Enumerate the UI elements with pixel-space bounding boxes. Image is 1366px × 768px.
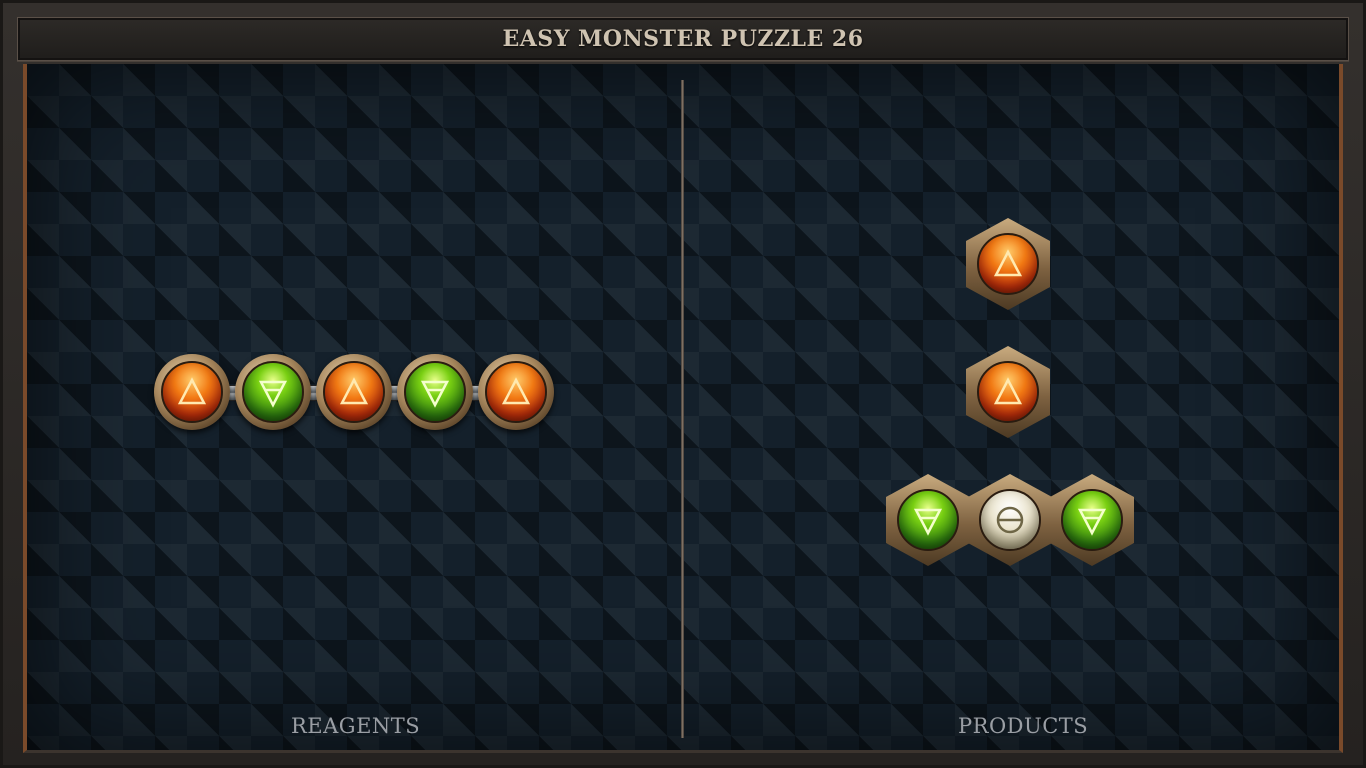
earth-triangle-icon	[420, 380, 450, 408]
product-molecule[interactable]	[966, 218, 1050, 310]
earth-atom[interactable]	[886, 474, 970, 566]
theta-circle-icon	[996, 506, 1024, 534]
fire-atom[interactable]	[316, 354, 392, 430]
earth-triangle-icon	[258, 380, 288, 408]
earth-atom[interactable]	[235, 354, 311, 430]
fire-triangle-icon	[177, 377, 207, 405]
earth-atom[interactable]	[397, 354, 473, 430]
fire-triangle-icon	[339, 377, 369, 405]
fire-atom[interactable]	[154, 354, 230, 430]
products-label: PRODUCTS	[958, 714, 1089, 738]
reagent-molecule[interactable]	[154, 354, 564, 434]
earth-triangle-icon	[1077, 508, 1107, 536]
title-bar: EASY MONSTER PUZZLE 26	[17, 17, 1349, 61]
earth-triangle-icon	[913, 508, 943, 536]
fire-atom[interactable]	[478, 354, 554, 430]
fire-triangle-icon	[993, 249, 1023, 277]
fire-atom[interactable]	[966, 346, 1050, 438]
puzzle-title: EASY MONSTER PUZZLE 26	[502, 26, 864, 52]
panel-divider	[681, 80, 684, 738]
fire-atom[interactable]	[966, 218, 1050, 310]
product-molecule[interactable]	[966, 346, 1050, 438]
product-molecule[interactable]	[886, 474, 1134, 566]
fire-triangle-icon	[993, 377, 1023, 405]
water-atom[interactable]	[968, 474, 1052, 566]
earth-atom[interactable]	[1050, 474, 1134, 566]
reagents-label: REAGENTS	[291, 714, 421, 738]
fire-triangle-icon	[501, 377, 531, 405]
